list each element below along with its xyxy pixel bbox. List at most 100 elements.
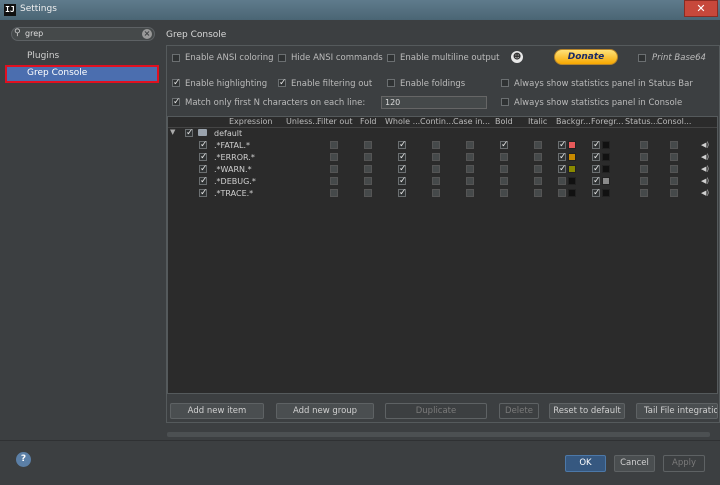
row-bold-checkbox[interactable] [500,153,508,161]
sound-icon[interactable]: ◀) [701,189,709,197]
apply-button[interactable]: Apply [663,455,705,472]
bug-icon[interactable]: ☻ [511,51,523,63]
duplicate-button[interactable]: Duplicate [385,403,487,419]
row-background-checkbox[interactable]: ✓ [558,153,567,162]
sound-icon[interactable]: ◀) [701,141,709,149]
sound-icon[interactable]: ◀) [701,153,709,161]
sound-icon[interactable]: ◀) [701,165,709,173]
row-foreground-checkbox[interactable]: ✓ [592,153,601,162]
add-new-group-button[interactable]: Add new group [276,403,374,419]
row-console-checkbox[interactable] [670,141,678,149]
row-bold-checkbox[interactable] [500,189,508,197]
row-console-checkbox[interactable] [670,189,678,197]
row-unless-checkbox[interactable] [330,189,338,197]
col-filter-out[interactable]: Filter out [317,117,352,126]
donate-button[interactable]: Donate [554,49,618,65]
highlighting-checkbox[interactable]: ✓ [172,79,181,88]
row-whole-checkbox[interactable]: ✓ [398,165,407,174]
col-italic[interactable]: Italic [528,117,547,126]
multiline-checkbox[interactable] [387,54,395,62]
row-foreground-swatch[interactable] [602,165,610,173]
row-background-checkbox[interactable] [558,189,566,197]
sidebar-item-plugins[interactable]: Plugins [27,51,59,61]
row-fold-checkbox[interactable] [364,153,372,161]
row-status-checkbox[interactable] [640,153,648,161]
row-case-checkbox[interactable] [466,153,474,161]
row-status-checkbox[interactable] [640,177,648,185]
row-foreground-swatch[interactable] [602,177,610,185]
sound-icon[interactable]: ◀) [701,177,709,185]
row-continue-checkbox[interactable] [432,165,440,173]
ok-button[interactable]: OK [565,455,606,472]
row-background-swatch[interactable] [568,189,576,197]
row-fold-checkbox[interactable] [364,189,372,197]
stats-status-checkbox[interactable] [501,79,509,87]
row-whole-checkbox[interactable]: ✓ [398,141,407,150]
row-italic-checkbox[interactable] [534,165,542,173]
row-unless-checkbox[interactable] [330,141,338,149]
row-background-swatch[interactable] [568,177,576,185]
clear-search-icon[interactable]: × [142,29,152,39]
stats-console-checkbox[interactable] [501,98,509,106]
row-case-checkbox[interactable] [466,141,474,149]
col-status[interactable]: Status... [625,117,658,126]
row-foreground-checkbox[interactable]: ✓ [592,177,601,186]
row-background-swatch[interactable] [568,165,576,173]
row-case-checkbox[interactable] [466,165,474,173]
print-base64-checkbox[interactable] [638,54,646,62]
ansi-checkbox[interactable] [172,54,180,62]
row-console-checkbox[interactable] [670,153,678,161]
row-continue-checkbox[interactable] [432,177,440,185]
row-continue-checkbox[interactable] [432,189,440,197]
col-bold[interactable]: Bold [495,117,513,126]
row-console-checkbox[interactable] [670,177,678,185]
row-foreground-checkbox[interactable]: ✓ [592,189,601,198]
row-bold-checkbox[interactable]: ✓ [500,141,509,150]
row-whole-checkbox[interactable]: ✓ [398,153,407,162]
row-expression[interactable]: .*FATAL.* [214,141,250,150]
row-background-swatch[interactable] [568,153,576,161]
row-unless-checkbox[interactable] [330,177,338,185]
col-foreground[interactable]: Foregr... [591,117,624,126]
row-fold-checkbox[interactable] [364,141,372,149]
group-checkbox[interactable]: ✓ [185,129,194,138]
row-enabled-checkbox[interactable]: ✓ [199,141,208,150]
row-fold-checkbox[interactable] [364,165,372,173]
row-foreground-swatch[interactable] [602,141,610,149]
row-italic-checkbox[interactable] [534,153,542,161]
row-background-checkbox[interactable]: ✓ [558,141,567,150]
col-expression[interactable]: Expression [229,117,272,126]
sidebar-item-grep-console[interactable]: Grep Console [27,68,87,78]
close-window-button[interactable]: ✕ [684,0,718,17]
row-status-checkbox[interactable] [640,165,648,173]
collapse-triangle-icon[interactable]: ▼ [170,128,175,136]
row-whole-checkbox[interactable]: ✓ [398,189,407,198]
row-status-checkbox[interactable] [640,141,648,149]
row-foreground-swatch[interactable] [602,189,610,197]
row-foreground-checkbox[interactable]: ✓ [592,141,601,150]
row-italic-checkbox[interactable] [534,141,542,149]
row-console-checkbox[interactable] [670,165,678,173]
row-expression[interactable]: .*DEBUG.* [214,177,256,186]
reset-to-default-button[interactable]: Reset to default [549,403,625,419]
row-expression[interactable]: .*TRACE.* [214,189,253,198]
row-enabled-checkbox[interactable]: ✓ [199,165,208,174]
add-new-item-button[interactable]: Add new item [170,403,264,419]
row-case-checkbox[interactable] [466,177,474,185]
row-fold-checkbox[interactable] [364,177,372,185]
row-bold-checkbox[interactable] [500,177,508,185]
foldings-checkbox[interactable] [387,79,395,87]
match-chars-input[interactable]: 120 [381,96,487,109]
row-expression[interactable]: .*ERROR.* [214,153,255,162]
row-background-checkbox[interactable]: ✓ [558,165,567,174]
row-continue-checkbox[interactable] [432,153,440,161]
row-unless-checkbox[interactable] [330,153,338,161]
tail-file-integration-button[interactable]: Tail File integration [636,403,718,419]
row-enabled-checkbox[interactable]: ✓ [199,189,208,198]
row-italic-checkbox[interactable] [534,177,542,185]
help-icon[interactable]: ? [16,452,31,467]
hide-ansi-checkbox[interactable] [278,54,286,62]
match-first-checkbox[interactable]: ✓ [172,98,181,107]
horizontal-scrollbar[interactable] [167,432,710,437]
filtering-checkbox[interactable]: ✓ [278,79,287,88]
